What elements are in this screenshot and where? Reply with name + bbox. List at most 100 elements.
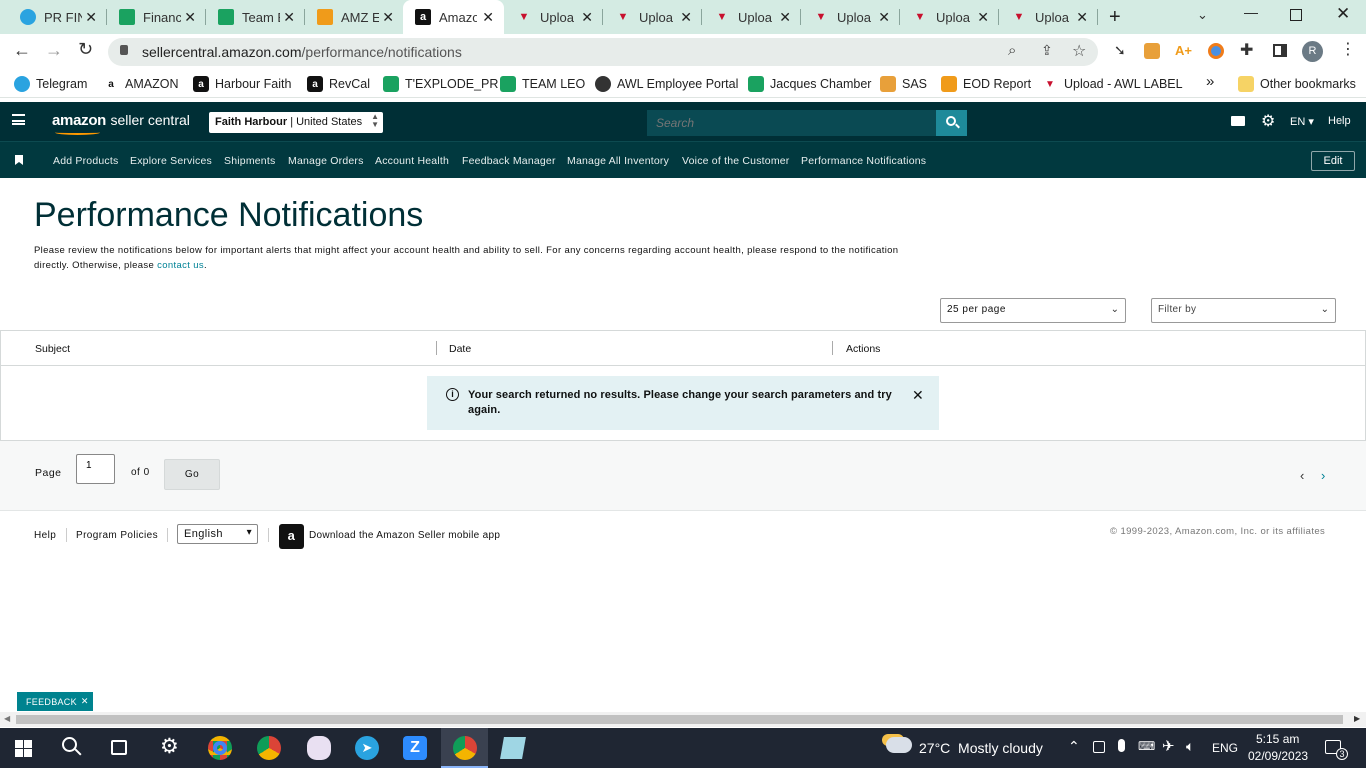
scroll-left-icon[interactable]: ◀ [4,714,10,723]
extensions-puzzle-icon[interactable]: ✚ [1240,40,1253,60]
previous-page-icon[interactable]: ‹ [1300,468,1304,483]
column-date[interactable]: Date [449,343,471,355]
filter-select[interactable]: Filter by ⌄ [1151,298,1336,323]
browser-tab[interactable]: AMZ E ✕ [305,0,404,34]
new-tab-button[interactable]: + [1109,6,1121,29]
weather-text[interactable]: 27°C Mostly cloudy [919,740,1043,756]
horizontal-scrollbar[interactable]: ◀ ▶ [0,712,1366,727]
close-tab-icon[interactable]: ✕ [482,9,494,26]
browser-tab[interactable]: Team E✕ [206,0,305,34]
close-tab-icon[interactable]: ✕ [977,9,989,26]
microphone-icon[interactable] [1118,739,1125,752]
nav-link[interactable]: Manage All Inventory [567,155,669,167]
meet-now-icon[interactable] [1093,741,1105,753]
column-subject[interactable]: Subject [35,343,70,355]
close-tab-icon[interactable]: ✕ [1076,9,1088,26]
extension-icon-2[interactable]: A+ [1175,43,1192,58]
input-language[interactable]: ENG [1212,741,1238,755]
seller-central-logo[interactable]: amazon seller central [52,112,190,135]
close-tab-icon[interactable]: ✕ [85,9,97,26]
nav-link[interactable]: Explore Services [130,155,212,167]
chrome-icon[interactable] [208,736,232,760]
mail-icon[interactable] [1231,116,1245,126]
download-app-link[interactable]: Download the Amazon Seller mobile app [309,530,500,541]
close-tab-icon[interactable]: ✕ [779,9,791,26]
language-selector[interactable]: EN ▾ [1290,115,1314,128]
nav-link[interactable]: Feedback Manager [462,155,556,167]
settings-gear-icon[interactable]: ⚙ [1261,111,1275,131]
extension-icon-3[interactable] [1208,43,1224,59]
page-number-input[interactable] [76,454,115,484]
close-tab-icon[interactable]: ✕ [184,9,196,26]
tab-search-icon[interactable]: ⌄ [1197,7,1208,23]
telegram-icon[interactable]: ➤ [355,736,379,760]
close-tab-icon[interactable]: ✕ [382,9,394,26]
bookmark-item[interactable]: Telegram [14,75,87,93]
paint-app-icon[interactable] [307,736,331,760]
restore-button[interactable] [1290,9,1302,21]
browser-tab[interactable]: a Amazo ✕ [403,0,504,34]
browser-tab[interactable]: ▼ Uploa ✕ [603,0,702,34]
browser-tab[interactable]: ▼ Uploa ✕ [504,0,603,34]
zoom-app-icon[interactable]: Z [403,736,427,760]
account-switcher[interactable]: Faith Harbour | United States ▲ ▼ [209,112,383,133]
program-policies-link[interactable]: Program Policies [76,530,158,541]
minimize-button[interactable]: — [1244,4,1258,20]
close-tab-icon[interactable]: ✕ [283,9,295,26]
scroll-thumb[interactable] [16,715,1343,724]
nav-link[interactable]: Account Health [375,155,449,167]
star-icon[interactable]: ☆ [1072,41,1086,61]
forward-icon[interactable]: → [45,40,63,61]
windows-start-icon[interactable] [15,740,32,757]
search-input[interactable] [647,110,936,136]
clock-date[interactable]: 02/09/2023 [1248,749,1308,763]
settings-icon[interactable]: ⚙ [160,734,179,759]
bookmark-item[interactable]: T'EXPLODE_PR [383,75,498,93]
nav-link[interactable]: Manage Orders [288,155,364,167]
search-button[interactable] [936,110,967,136]
menu-dots-icon[interactable]: ⋮ [1340,39,1356,59]
bookmark-item[interactable]: SAS [880,75,927,93]
chrome-icon-2[interactable] [257,736,281,760]
edit-nav-button[interactable]: Edit [1311,151,1355,171]
close-tab-icon[interactable]: ✕ [878,9,890,26]
ime-icon[interactable]: ⌨ [1138,739,1155,753]
close-icon[interactable]: ✕ [81,696,89,707]
next-page-icon[interactable]: › [1321,468,1325,483]
browser-tab[interactable]: ▼ Uploa ✕ [801,0,900,34]
close-tab-icon[interactable]: ✕ [680,9,692,26]
footer-language-select[interactable]: English ▾ [177,524,258,544]
amazon-app-icon[interactable]: a [279,524,304,549]
browser-tab[interactable]: PR FIN ✕ [8,0,107,34]
bookmark-item[interactable]: a AMAZON [103,75,178,93]
bookmark-item[interactable]: ▼ Upload - AWL LABEL [1042,75,1183,93]
nav-link[interactable]: Voice of the Customer [682,155,790,167]
footer-help-link[interactable]: Help [34,530,56,541]
feedback-button[interactable]: FEEDBACK ✕ [17,692,93,711]
extension-icon-1[interactable] [1144,43,1160,59]
back-icon[interactable]: ← [13,40,31,61]
clock-time[interactable]: 5:15 am [1256,732,1299,746]
share-icon[interactable]: ⇪ [1041,42,1053,59]
per-page-select[interactable]: 25 per page ⌄ [940,298,1126,323]
hamburger-menu-icon[interactable] [12,114,25,125]
volume-icon[interactable]: 🔈︎ [1186,738,1194,755]
other-bookmarks-folder[interactable]: Other bookmarks [1238,75,1356,93]
bookmarks-overflow-icon[interactable]: » [1206,72,1214,90]
chrome-profile-icon[interactable] [453,736,477,760]
go-button[interactable]: Go [164,459,220,490]
bookmark-item[interactable]: EOD Report [941,75,1031,93]
zoom-icon[interactable]: ⌕ [1008,42,1016,59]
browser-tab[interactable]: ▼ Uploa ✕ [702,0,801,34]
bookmark-item[interactable]: a Harbour Faith [193,75,291,93]
help-link[interactable]: Help [1328,115,1351,127]
network-airplane-icon[interactable]: ✈ [1162,737,1175,755]
nav-link[interactable]: Performance Notifications [801,155,926,167]
browser-tab[interactable]: ▼ Uploa ✕ [900,0,999,34]
bookmark-item[interactable]: a RevCal [307,75,370,93]
show-hidden-icons[interactable]: ⌃ [1068,738,1080,755]
close-tab-icon[interactable]: ✕ [581,9,593,26]
scroll-right-icon[interactable]: ▶ [1354,714,1360,723]
nav-link[interactable]: Add Products [53,155,118,167]
profile-avatar[interactable]: R [1302,41,1323,62]
